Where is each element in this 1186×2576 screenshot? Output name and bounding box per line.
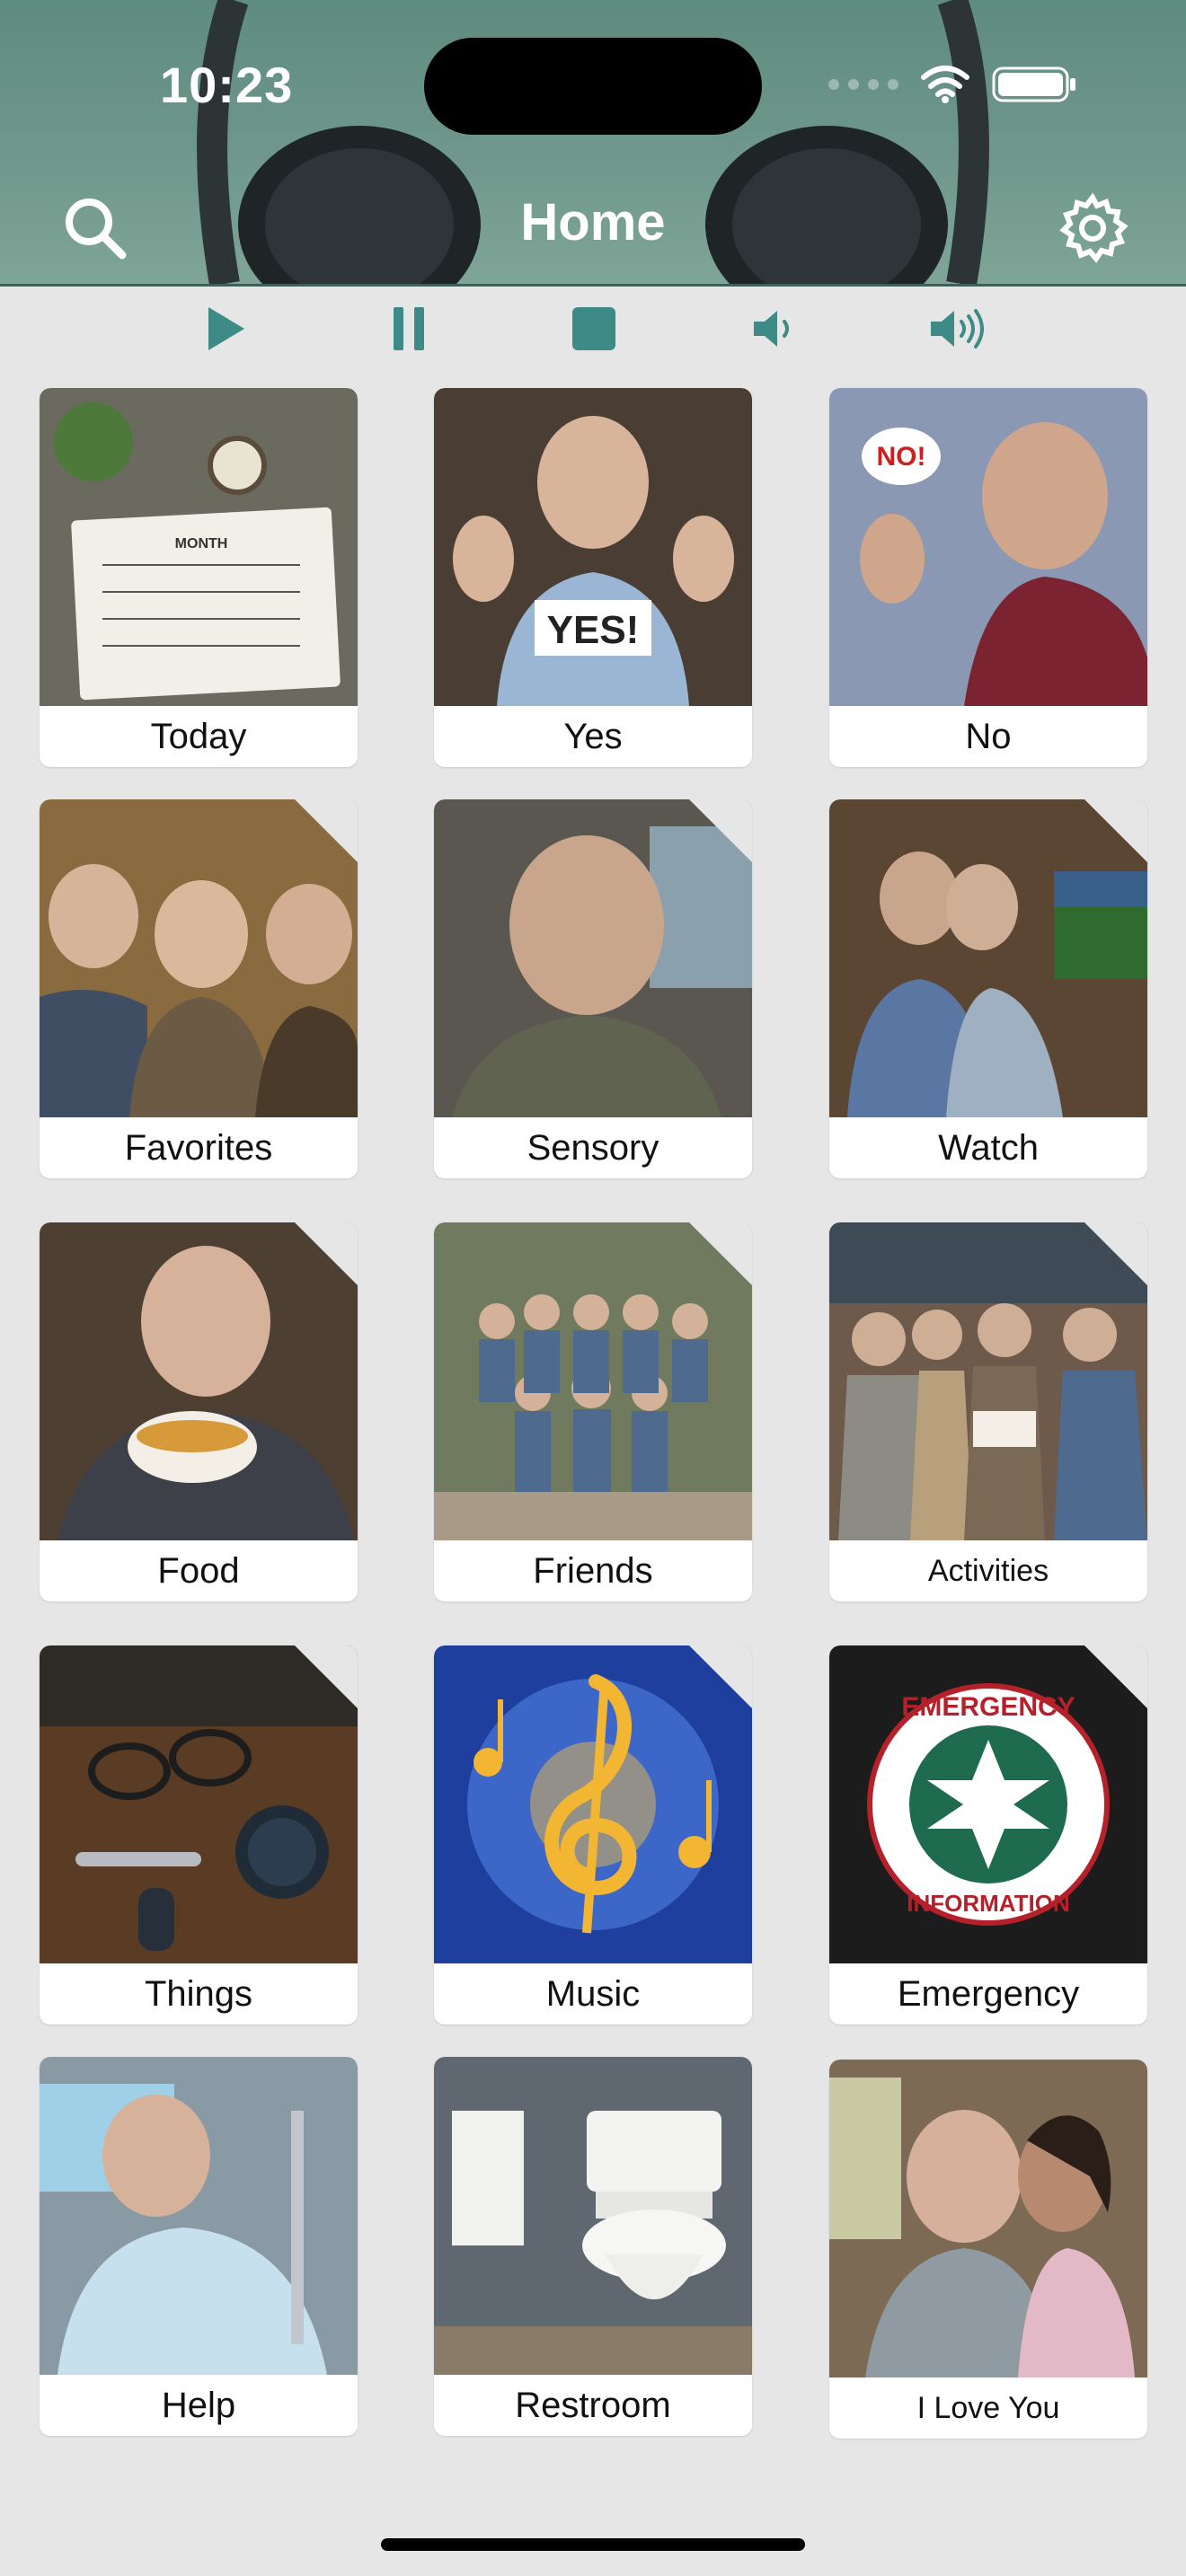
tile-no[interactable]: NO! No — [829, 388, 1147, 767]
tile-image — [829, 2060, 1147, 2378]
tile-label: Emergency — [897, 1973, 1080, 2014]
play-icon — [208, 307, 244, 350]
folder-corner-icon — [1084, 1645, 1147, 1708]
tile-sensory[interactable]: Sensory — [434, 799, 752, 1178]
yes-sign-text: YES! — [547, 608, 640, 652]
pause-button[interactable] — [377, 296, 440, 361]
folder-corner-icon — [689, 1222, 752, 1285]
tile-label: Help — [161, 2385, 236, 2425]
play-button[interactable] — [194, 296, 257, 361]
settings-button[interactable] — [1057, 192, 1128, 264]
tile-watch[interactable]: Watch — [829, 799, 1147, 1178]
tile-today[interactable]: MONTH Today — [40, 388, 358, 767]
tile-label: Food — [157, 1550, 240, 1591]
battery-icon — [992, 66, 1075, 102]
tile-label: No — [965, 716, 1012, 756]
volume-down-button[interactable] — [744, 296, 807, 361]
tile-label: Restroom — [515, 2385, 671, 2425]
home-indicator[interactable] — [381, 2538, 805, 2551]
stop-icon — [572, 307, 615, 350]
volume-low-icon — [754, 311, 789, 347]
no-bubble-text: NO! — [877, 442, 926, 472]
tile-image — [40, 2057, 358, 2375]
tile-label: Sensory — [527, 1127, 659, 1168]
tile-help[interactable]: Help — [40, 2057, 358, 2436]
tile-label: Music — [545, 1973, 641, 2014]
tile-image: MONTH — [40, 388, 358, 706]
folder-corner-icon — [295, 1645, 358, 1708]
tile-label: Things — [144, 1973, 253, 2014]
tile-label: Activities — [927, 1553, 1049, 1588]
playback-controls — [0, 296, 1186, 361]
tile-image — [434, 2057, 752, 2375]
pause-icon — [394, 307, 424, 350]
tile-food[interactable]: Food — [40, 1222, 358, 1601]
emergency-bottom-text: INFORMATION — [907, 1890, 1070, 1917]
tile-friends[interactable]: Friends — [434, 1222, 752, 1601]
volume-up-button[interactable] — [927, 296, 990, 361]
emergency-top-text: EMERGENCY — [901, 1692, 1075, 1722]
tile-favorites[interactable]: Favorites — [40, 799, 358, 1178]
tile-label: I Love You — [916, 2390, 1060, 2425]
stop-button[interactable] — [562, 296, 625, 361]
nav-header: 10:23 Home — [0, 0, 1186, 287]
folder-corner-icon — [689, 799, 752, 862]
tile-label: Yes — [563, 716, 623, 756]
folder-corner-icon — [689, 1645, 752, 1708]
tile-image: YES! — [434, 388, 752, 706]
calendar-month-text: MONTH — [175, 536, 228, 551]
tile-i-love-you[interactable]: I Love You — [829, 2060, 1147, 2439]
folder-corner-icon — [295, 799, 358, 862]
signal-icon — [828, 79, 898, 90]
tile-label: Watch — [938, 1127, 1039, 1168]
wifi-icon — [921, 66, 969, 103]
tile-label: Favorites — [124, 1127, 273, 1168]
folder-corner-icon — [295, 1222, 358, 1285]
tile-things[interactable]: Things — [40, 1645, 358, 2025]
tile-yes[interactable]: YES! Yes — [434, 388, 752, 767]
status-time: 10:23 — [160, 57, 294, 113]
page-title: Home — [520, 193, 666, 251]
tile-image: NO! — [829, 388, 1147, 706]
gear-icon — [1059, 192, 1128, 263]
tile-activities[interactable]: Activities — [829, 1222, 1147, 1601]
tile-label: Friends — [533, 1550, 653, 1591]
tile-music[interactable]: Music — [434, 1645, 752, 2025]
volume-high-icon — [931, 309, 984, 348]
tile-restroom[interactable]: Restroom — [434, 2057, 752, 2436]
folder-corner-icon — [1084, 799, 1147, 862]
tile-label: Today — [150, 716, 247, 756]
tile-emergency[interactable]: EMERGENCY INFORMATION Emergency — [829, 1645, 1147, 2025]
folder-corner-icon — [1084, 1222, 1147, 1285]
status-icons — [828, 65, 1078, 104]
dynamic-island — [424, 38, 762, 135]
